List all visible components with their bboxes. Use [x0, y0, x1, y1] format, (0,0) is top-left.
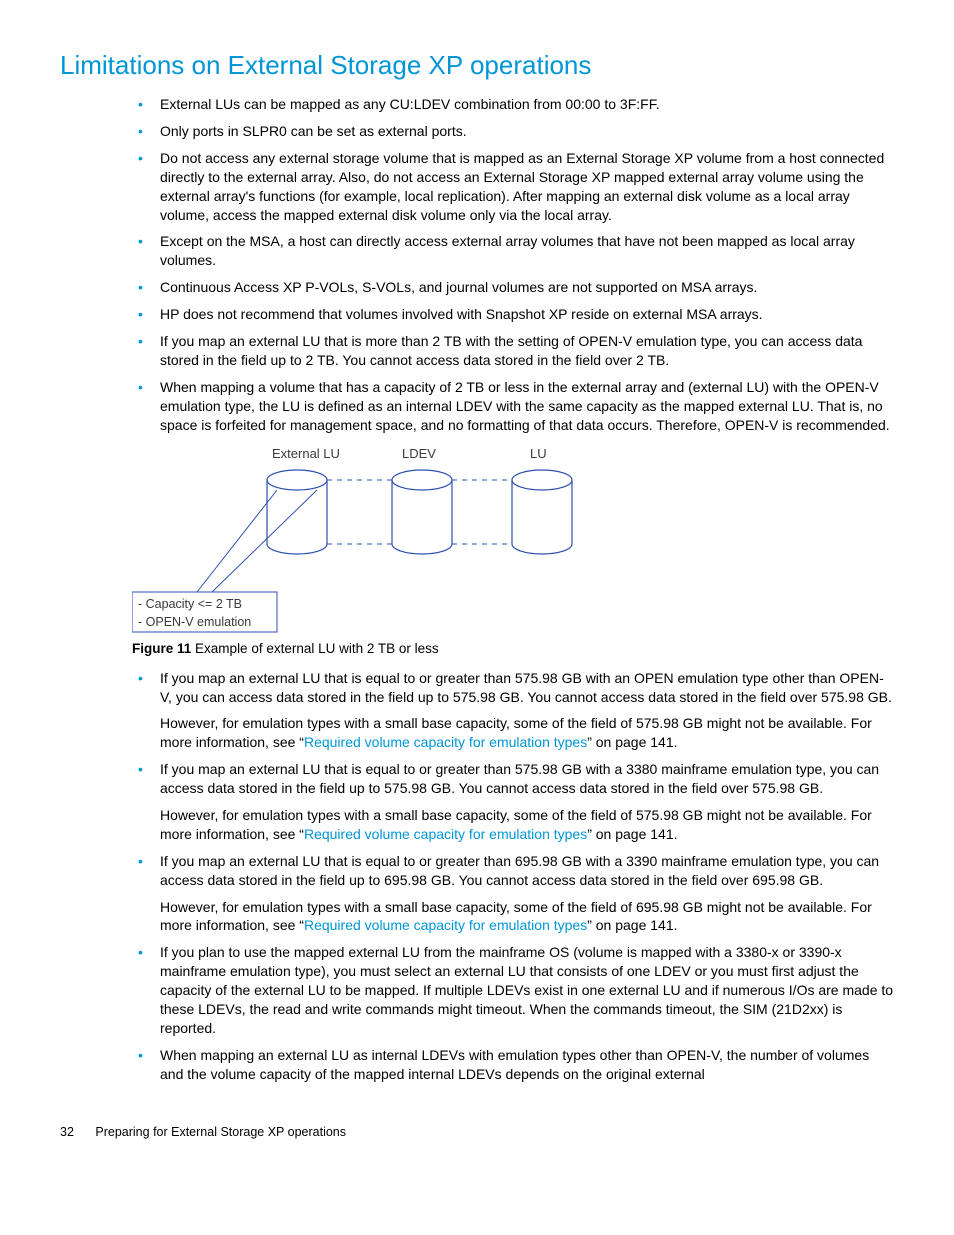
- list-item: Only ports in SLPR0 can be set as extern…: [132, 122, 894, 141]
- diagram-label-ext: External LU: [272, 446, 340, 461]
- list-item: When mapping an external LU as internal …: [132, 1046, 894, 1084]
- cylinder-body: [392, 480, 452, 554]
- list-item: If you map an external LU that is equal …: [132, 852, 894, 936]
- footer-title: Preparing for External Storage XP operat…: [95, 1125, 346, 1139]
- page-number: 32: [60, 1124, 74, 1141]
- cylinder-top: [512, 470, 572, 490]
- figure-diagram: External LU LDEV LU - Capacity <= 2 TB -…: [132, 444, 894, 634]
- cylinder-top: [267, 470, 327, 490]
- list-item-main: If you map an external LU that is equal …: [160, 853, 879, 888]
- figure-caption-label: Figure 11: [132, 641, 191, 656]
- page-footer: 32 Preparing for External Storage XP ope…: [60, 1124, 894, 1141]
- list-item-main: If you plan to use the mapped external L…: [160, 944, 893, 1036]
- list-item: External LUs can be mapped as any CU:LDE…: [132, 95, 894, 114]
- figure-caption: Figure 11 Example of external LU with 2 …: [132, 640, 894, 658]
- cylinder-body: [512, 480, 572, 554]
- list-item-subpara: However, for emulation types with a smal…: [160, 806, 894, 844]
- list-item-subpara: However, for emulation types with a smal…: [160, 714, 894, 752]
- list-item-main: When mapping an external LU as internal …: [160, 1047, 869, 1082]
- list-item: If you map an external LU that is more t…: [132, 332, 894, 370]
- diagram-svg: External LU LDEV LU - Capacity <= 2 TB -…: [132, 444, 612, 634]
- subpara-text: ” on page 141.: [587, 734, 677, 750]
- list-item: Do not access any external storage volum…: [132, 149, 894, 225]
- cross-ref-link[interactable]: Required volume capacity for emulation t…: [304, 917, 587, 933]
- list-item-main: If you map an external LU that is equal …: [160, 761, 879, 796]
- subpara-text: ” on page 141.: [587, 917, 677, 933]
- cross-ref-link[interactable]: Required volume capacity for emulation t…: [304, 734, 587, 750]
- list-item: If you map an external LU that is equal …: [132, 669, 894, 753]
- diagram-info-line2: - OPEN-V emulation: [138, 615, 251, 629]
- list-item-main: If you map an external LU that is equal …: [160, 670, 892, 705]
- diagram-info-line1: - Capacity <= 2 TB: [138, 597, 242, 611]
- cylinder-top: [392, 470, 452, 490]
- list-item: If you plan to use the mapped external L…: [132, 943, 894, 1037]
- list-item-subpara: However, for emulation types with a smal…: [160, 898, 894, 936]
- bullet-list-top: External LUs can be mapped as any CU:LDE…: [132, 95, 894, 434]
- cross-ref-link[interactable]: Required volume capacity for emulation t…: [304, 826, 587, 842]
- figure-caption-text: Example of external LU with 2 TB or less: [195, 641, 439, 656]
- list-item: Continuous Access XP P-VOLs, S-VOLs, and…: [132, 278, 894, 297]
- subpara-text: ” on page 141.: [587, 826, 677, 842]
- diagram-label-ldev: LDEV: [402, 446, 436, 461]
- bullet-list-bottom: If you map an external LU that is equal …: [132, 669, 894, 1084]
- diagram-label-lu: LU: [530, 446, 547, 461]
- list-item: If you map an external LU that is equal …: [132, 760, 894, 844]
- list-item: Except on the MSA, a host can directly a…: [132, 232, 894, 270]
- page-heading: Limitations on External Storage XP opera…: [60, 48, 894, 83]
- list-item: HP does not recommend that volumes invol…: [132, 305, 894, 324]
- list-item: When mapping a volume that has a capacit…: [132, 378, 894, 435]
